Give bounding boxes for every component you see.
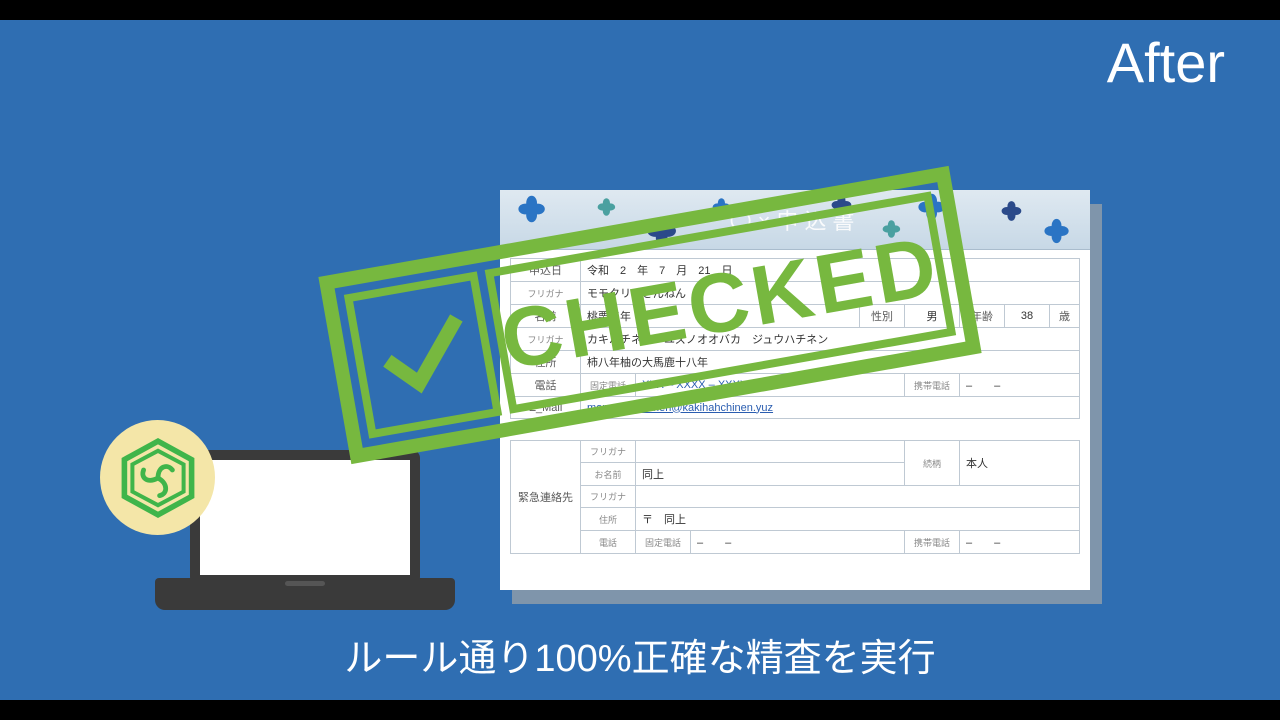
flower-icon	[518, 196, 544, 222]
emergency-section-label: 緊急連絡先	[511, 441, 581, 554]
landline-label: 固定電話	[581, 374, 636, 397]
emergency-tel-label: 電話	[581, 531, 636, 554]
emergency-landline-value: – –	[691, 531, 905, 554]
addr-value: 柿八年柚の大馬鹿十八年	[581, 351, 1080, 374]
relation-label: 続柄	[905, 441, 960, 486]
gender-value: 男	[905, 305, 960, 328]
flower-icon	[597, 198, 615, 216]
brand-badge	[100, 420, 215, 535]
age-value: 38	[1005, 305, 1050, 328]
addr-furigana-label: フリガナ	[511, 328, 581, 351]
slide-title: After	[1107, 30, 1225, 95]
emergency-name-furigana-value	[636, 441, 905, 463]
name-label: 名前	[511, 305, 581, 328]
emergency-mobile-value: – –	[960, 531, 1080, 554]
flower-icon	[918, 194, 944, 220]
checkmark-icon	[371, 303, 475, 407]
email-value: momokurisannen@kakihahchinen.yuz	[581, 397, 1080, 419]
emergency-addr-value: 〒 同上	[636, 508, 1080, 531]
email-label: E_Mail	[511, 397, 581, 419]
section-separator	[511, 419, 1080, 441]
name-furigana-value: モモクリ さんねん	[581, 282, 1080, 305]
date-value: 令和 2 年 7 月 21 日	[581, 259, 1080, 282]
landline-value: XXX – XXXX – XXXX	[636, 374, 905, 397]
date-label: 申込日	[511, 259, 581, 282]
addr-furigana-value: カキハチネン ユズノオオバカ ジュウハチネン	[581, 328, 1080, 351]
tel-label: 電話	[511, 374, 581, 397]
flower-icon	[1001, 201, 1021, 221]
emergency-name-value: 同上	[636, 463, 905, 486]
gender-label: 性別	[860, 305, 905, 328]
laptop-screen	[190, 450, 420, 585]
stamp-check-box	[344, 271, 502, 438]
application-form: 〇×申込書 申込日 令和 2 年 7 月 21 日 フリガナ モモクリ さんねん…	[500, 190, 1090, 590]
emergency-name-furigana-label: フリガナ	[581, 441, 636, 463]
name-furigana-label: フリガナ	[511, 282, 581, 305]
flower-icon	[712, 198, 730, 216]
emergency-addr-furigana-label: フリガナ	[581, 486, 636, 508]
form-header: 〇×申込書	[500, 190, 1090, 250]
emergency-addr-furigana-value	[636, 486, 1080, 508]
relation-value: 本人	[960, 441, 1080, 486]
flower-icon	[647, 217, 676, 246]
emergency-name-label: お名前	[581, 463, 636, 486]
laptop-base	[155, 578, 455, 610]
form-table: 申込日 令和 2 年 7 月 21 日 フリガナ モモクリ さんねん 名前 桃栗…	[510, 258, 1080, 554]
name-value: 桃栗三年	[581, 305, 860, 328]
emergency-mobile-label: 携帯電話	[905, 531, 960, 554]
emergency-landline-label: 固定電話	[636, 531, 691, 554]
flower-icon	[882, 220, 900, 238]
flower-icon	[1044, 219, 1068, 243]
caption: ルール通り100%正確な精査を実行	[0, 627, 1280, 682]
slide-stage: After 〇×申込書 申込日 令和 2 年 7 月 21	[0, 20, 1280, 700]
age-label: 年齢	[960, 305, 1005, 328]
age-suffix: 歳	[1050, 305, 1080, 328]
emergency-addr-label: 住所	[581, 508, 636, 531]
flower-icon	[831, 195, 851, 215]
mobile-label: 携帯電話	[905, 374, 960, 397]
addr-label: 住所	[511, 351, 581, 374]
form-body: 申込日 令和 2 年 7 月 21 日 フリガナ モモクリ さんねん 名前 桃栗…	[500, 250, 1090, 564]
brand-logo-icon	[118, 438, 198, 518]
mobile-value: – –	[960, 374, 1080, 397]
